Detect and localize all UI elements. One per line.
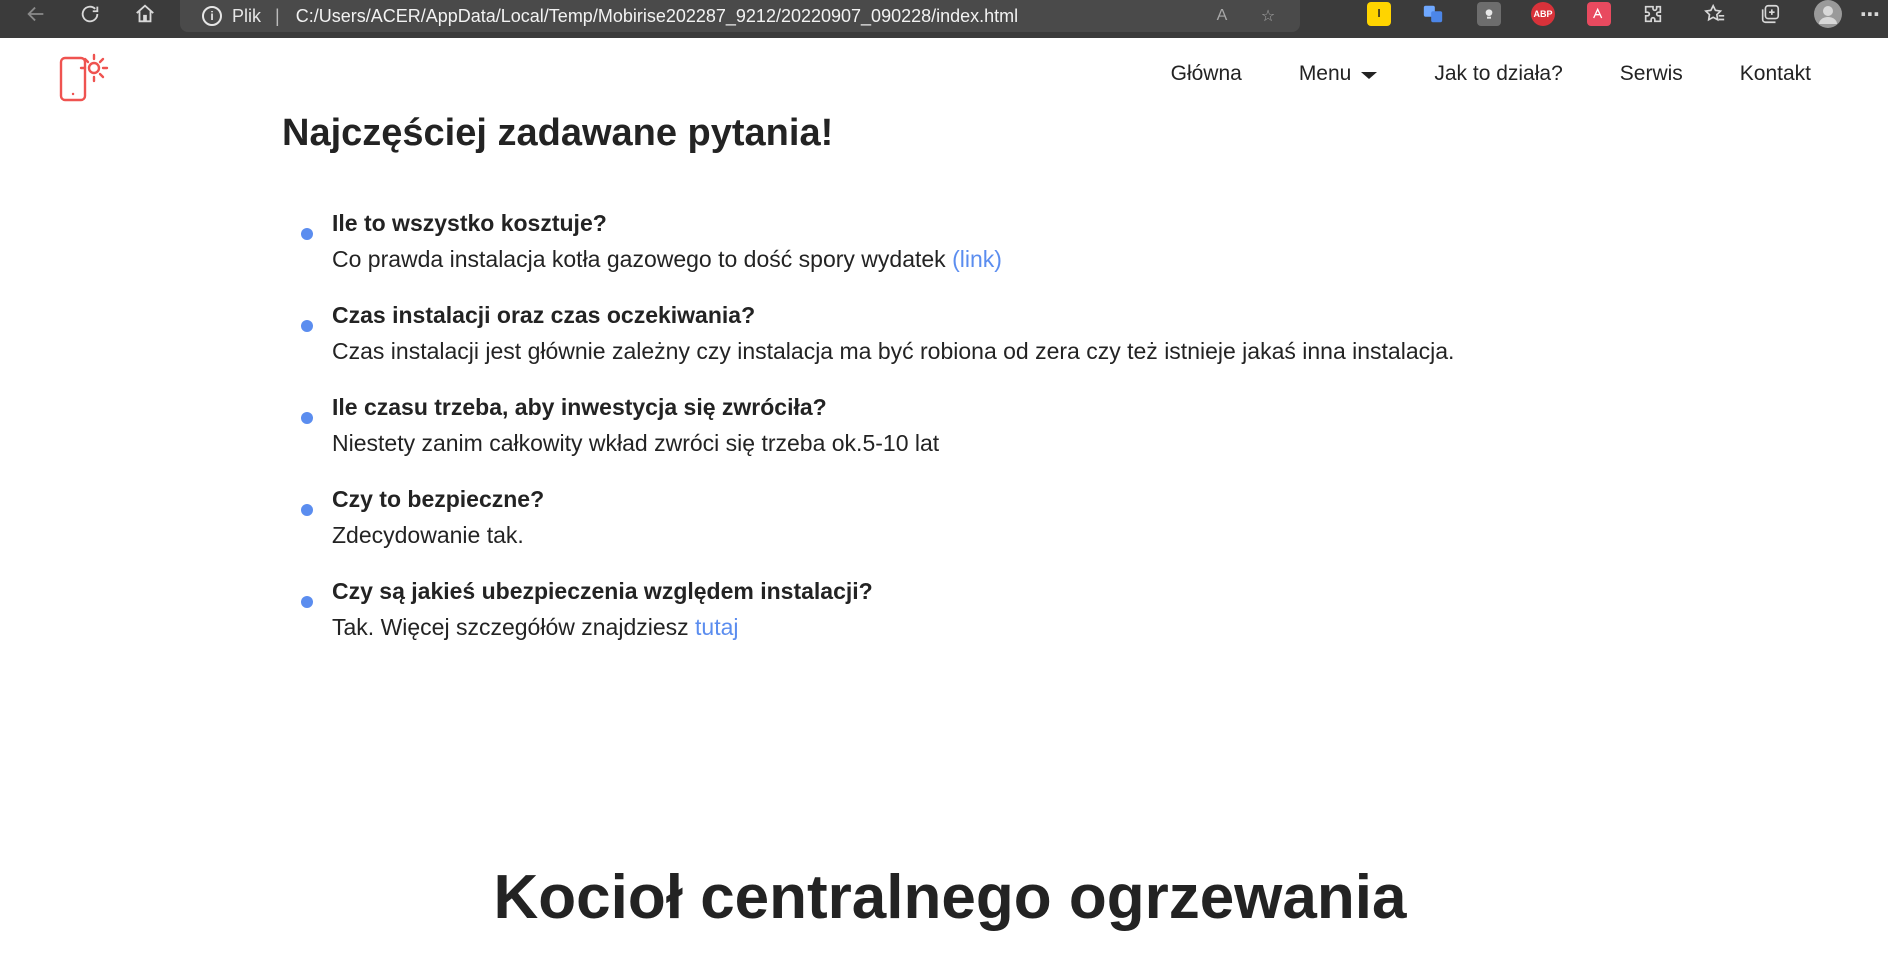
faq-answer: Niestety zanim całkowity wkład zwróci si… (332, 425, 1682, 461)
nav-item-kontakt[interactable]: Kontakt (1740, 62, 1811, 86)
faq-question: Czy to bezpieczne? (332, 486, 545, 512)
info-icon[interactable]: i (202, 6, 222, 26)
faq-answer-text: Niestety zanim całkowity wkład zwróci si… (332, 430, 940, 456)
favorites-icon[interactable] (1703, 2, 1727, 26)
extensions-puzzle-icon[interactable] (1641, 2, 1665, 26)
browser-toolbar: i Plik | C:/Users/ACER/AppData/Local/Tem… (0, 0, 1888, 38)
bullet-icon (301, 504, 313, 516)
site-navbar: Główna Menu Jak to działa? Serwis Kontak… (0, 38, 1888, 114)
read-aloud-icon[interactable]: A (1208, 2, 1236, 30)
faq-question: Czy są jakieś ubezpieczenia względem ins… (332, 578, 873, 604)
home-icon[interactable] (127, 0, 163, 28)
faq-question: Czas instalacji oraz czas oczekiwania? (332, 302, 756, 328)
faq-list: Ile to wszystko kosztuje? Co prawda inst… (282, 205, 1682, 665)
faq-answer-text: Tak. Więcej szczegółów znajdziesz (332, 614, 689, 640)
faq-answer-text: Zdecydowanie tak. (332, 522, 524, 548)
faq-link[interactable]: tutaj (695, 614, 738, 640)
address-separator: | (275, 5, 280, 26)
bullet-icon (301, 412, 313, 424)
faq-question: Ile to wszystko kosztuje? (332, 210, 607, 236)
nav-item-jak-to-dziala[interactable]: Jak to działa? (1434, 62, 1562, 86)
address-label: Plik (232, 5, 262, 26)
nav-item-serwis[interactable]: Serwis (1620, 62, 1683, 86)
bullet-icon (301, 228, 313, 240)
caret-down-icon (1361, 72, 1378, 79)
address-bar[interactable]: i Plik | C:/Users/ACER/AppData/Local/Tem… (180, 0, 1300, 32)
back-icon[interactable] (18, 0, 54, 28)
collections-icon[interactable] (1758, 2, 1782, 26)
section-title: Kocioł centralnego ogrzewania (493, 863, 1407, 932)
faq-item: Czy są jakieś ubezpieczenia względem ins… (282, 573, 1682, 665)
faq-answer: Zdecydowanie tak. (332, 517, 1682, 553)
more-options-icon[interactable]: ⋯ (1860, 2, 1880, 26)
extension-icon[interactable]: l (1367, 2, 1391, 26)
phone-logo-icon[interactable] (58, 50, 112, 104)
extension-icon[interactable] (1477, 2, 1501, 26)
nav-item-glowna[interactable]: Główna (1171, 62, 1242, 86)
faq-item: Czas instalacji oraz czas oczekiwania? C… (282, 297, 1682, 389)
translate-extension-icon[interactable] (1587, 2, 1611, 26)
nav-item-menu[interactable]: Menu (1299, 62, 1378, 86)
faq-item: Czy to bezpieczne? Zdecydowanie tak. (282, 481, 1682, 573)
profile-avatar-icon[interactable] (1814, 0, 1842, 28)
faq-question: Ile czasu trzeba, aby inwestycja się zwr… (332, 394, 827, 420)
faq-answer: Czas instalacji jest głównie zależny czy… (332, 333, 1682, 369)
translate-icon[interactable] (1421, 2, 1445, 26)
bullet-icon (301, 320, 313, 332)
faq-answer: Co prawda instalacja kotła gazowego to d… (332, 241, 1682, 277)
faq-item: Ile to wszystko kosztuje? Co prawda inst… (282, 205, 1682, 297)
faq-answer: Tak. Więcej szczegółów znajdziesz tutaj (332, 609, 1682, 645)
faq-answer-text: Co prawda instalacja kotła gazowego to d… (332, 246, 946, 272)
adblock-icon[interactable]: ABP (1531, 2, 1555, 26)
faq-answer-text: Czas instalacji jest głównie zależny czy… (332, 338, 1455, 364)
address-url[interactable]: C:/Users/ACER/AppData/Local/Temp/Mobiris… (296, 6, 1018, 27)
faq-item: Ile czasu trzeba, aby inwestycja się zwr… (282, 389, 1682, 481)
favorite-add-icon[interactable]: ☆ (1254, 2, 1282, 30)
bullet-icon (301, 596, 313, 608)
refresh-icon[interactable] (72, 0, 108, 28)
nav-links: Główna Menu Jak to działa? Serwis Kontak… (1171, 62, 1811, 86)
nav-item-menu-label: Menu (1298, 62, 1352, 85)
faq-title: Najczęściej zadawane pytania! (282, 112, 834, 154)
faq-link[interactable]: (link) (952, 246, 1002, 272)
